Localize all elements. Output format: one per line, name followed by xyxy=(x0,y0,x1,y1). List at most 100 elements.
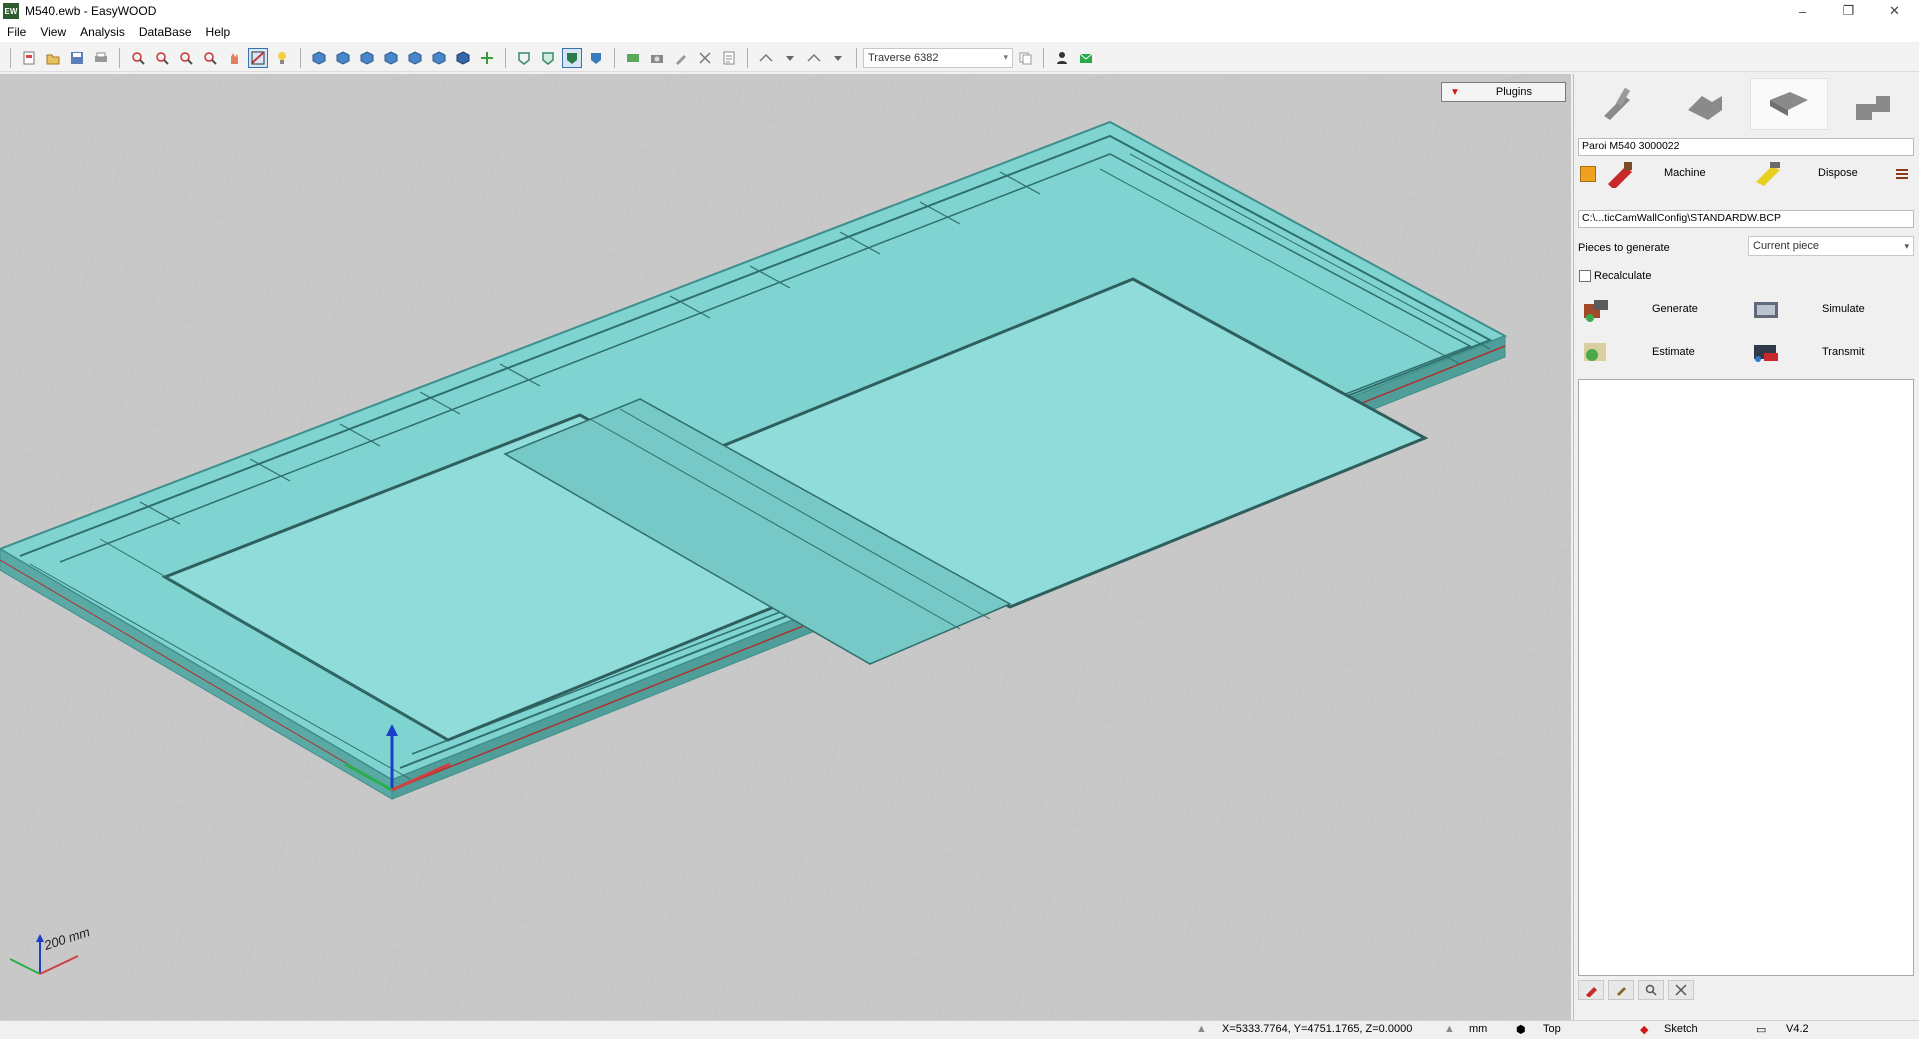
print-icon[interactable] xyxy=(91,48,111,68)
pieces-to-generate-select[interactable]: Current piece ▾ xyxy=(1748,236,1914,256)
estimate-button[interactable]: Estimate xyxy=(1580,337,1695,367)
coords-icon: ▲ xyxy=(1196,1023,1207,1035)
user-icon[interactable] xyxy=(1052,48,1072,68)
layer-outline-icon[interactable] xyxy=(804,48,824,68)
toolbar-separator xyxy=(614,47,615,68)
generate-icon xyxy=(1584,300,1608,322)
new-file-icon[interactable] xyxy=(19,48,39,68)
piece-name-field[interactable]: Paroi M540 3000022 xyxy=(1578,138,1914,156)
viewport-canvas[interactable]: 200 mm xyxy=(0,74,1571,1020)
estimate-label: Estimate xyxy=(1652,346,1695,358)
unit-label[interactable]: mm xyxy=(1469,1023,1487,1035)
title-bar: EW M540.ewb - EasyWOOD – ❐ ✕ xyxy=(0,0,1919,22)
generate-label: Generate xyxy=(1652,303,1698,315)
close-button[interactable]: ✕ xyxy=(1872,0,1917,22)
copy-icon[interactable] xyxy=(1015,48,1035,68)
transmit-button[interactable]: Transmit xyxy=(1750,337,1864,367)
menu-analysis[interactable]: Analysis xyxy=(73,25,132,39)
toolbar-separator xyxy=(856,47,857,68)
side-bottom-tabs xyxy=(1578,980,1694,1002)
mode-tab-machine[interactable] xyxy=(1834,78,1912,130)
recalculate-label: Recalculate xyxy=(1594,270,1652,282)
3d-viewport[interactable]: 200 mm ▼ Plugins xyxy=(0,74,1571,1020)
config-path-field[interactable]: C:\...ticCamWallConfig\STANDARDW.BCP xyxy=(1578,210,1914,228)
view-top-icon[interactable] xyxy=(429,48,449,68)
mode-tabs xyxy=(1574,74,1919,132)
generate-button[interactable]: Generate xyxy=(1580,294,1698,324)
draw-tool-icon[interactable] xyxy=(671,48,691,68)
pan-hand-icon[interactable] xyxy=(224,48,244,68)
view-left-icon[interactable] xyxy=(381,48,401,68)
minimize-button[interactable]: – xyxy=(1780,0,1825,22)
recalculate-checkbox[interactable] xyxy=(1579,270,1591,282)
output-list[interactable] xyxy=(1578,379,1914,976)
report-icon[interactable] xyxy=(719,48,739,68)
mode-label[interactable]: Sketch xyxy=(1664,1023,1698,1035)
view-right-icon[interactable] xyxy=(405,48,425,68)
shading-transparent-icon[interactable] xyxy=(586,48,606,68)
view-cube-icon: ⬢ xyxy=(1516,1024,1526,1036)
window-title: M540.ewb - EasyWOOD xyxy=(25,4,157,18)
dispose-button[interactable]: Dispose xyxy=(1752,158,1858,188)
color-swatch-icon[interactable] xyxy=(1580,166,1596,182)
toolbar-separator xyxy=(119,47,120,68)
machine-button[interactable]: Machine xyxy=(1604,158,1706,188)
app-icon: EW xyxy=(3,3,19,19)
view-iso-icon[interactable] xyxy=(309,48,329,68)
shading-hidden-icon[interactable] xyxy=(538,48,558,68)
light-bulb-icon[interactable] xyxy=(272,48,292,68)
mode-tab-panel[interactable] xyxy=(1750,78,1828,130)
open-file-icon[interactable] xyxy=(43,48,63,68)
mail-icon[interactable] xyxy=(1076,48,1096,68)
zoom-in-icon[interactable] xyxy=(152,48,172,68)
menu-help[interactable]: Help xyxy=(199,25,238,39)
cut-tool-icon[interactable] xyxy=(695,48,715,68)
maximize-button[interactable]: ❐ xyxy=(1826,0,1871,22)
chevron-down-icon: ▾ xyxy=(1003,52,1008,62)
toolbar-separator xyxy=(300,47,301,68)
simulate-button[interactable]: Simulate xyxy=(1750,294,1865,324)
tab-tools-icon[interactable] xyxy=(1668,980,1694,1000)
mode-tab-stick[interactable] xyxy=(1582,78,1660,130)
menu-view[interactable]: View xyxy=(33,25,73,39)
status-bar: ▲ X=5333.7764, Y=4751.1765, Z=0.0000 ▲ m… xyxy=(0,1020,1919,1039)
shading-wire-icon[interactable] xyxy=(514,48,534,68)
mode-tab-assembly[interactable] xyxy=(1666,78,1744,130)
pieces-to-generate-label: Pieces to generate xyxy=(1578,242,1670,254)
unit-icon: ▲ xyxy=(1444,1023,1455,1035)
machine-tool-icon xyxy=(1608,162,1632,188)
tab-edit-icon[interactable] xyxy=(1608,980,1634,1000)
dispose-label: Dispose xyxy=(1818,167,1858,179)
wall-panel-icon[interactable] xyxy=(623,48,643,68)
view-axes-icon[interactable] xyxy=(477,48,497,68)
zoom-window-icon[interactable] xyxy=(200,48,220,68)
menu-file[interactable]: File xyxy=(0,25,33,39)
measure-icon[interactable] xyxy=(248,47,268,68)
toolbar-separator xyxy=(1043,47,1044,68)
view-bottom-icon[interactable] xyxy=(453,48,473,68)
layer-dropdown-icon[interactable] xyxy=(828,48,848,68)
cursor-coordinates: X=5333.7764, Y=4751.1765, Z=0.0000 xyxy=(1222,1023,1413,1035)
menu-database[interactable]: DataBase xyxy=(132,25,199,39)
zoom-fit-icon[interactable] xyxy=(128,48,148,68)
transmit-label: Transmit xyxy=(1822,346,1865,358)
roof-outline-icon[interactable] xyxy=(756,48,776,68)
profile-combo[interactable]: Traverse 6382 ▾ xyxy=(863,47,1013,68)
view-front-icon[interactable] xyxy=(333,48,353,68)
view-back-icon[interactable] xyxy=(357,48,377,68)
menu-lines-icon[interactable] xyxy=(1894,166,1910,182)
roof-dropdown-icon[interactable] xyxy=(780,48,800,68)
zoom-out-icon[interactable] xyxy=(176,48,196,68)
view-label[interactable]: Top xyxy=(1543,1023,1561,1035)
shading-solid-icon[interactable] xyxy=(562,47,582,68)
transmit-icon xyxy=(1754,345,1778,362)
save-icon[interactable] xyxy=(67,48,87,68)
tab-search-icon[interactable] xyxy=(1638,980,1664,1000)
side-panel: Paroi M540 3000022 Machine Dispose C:\..… xyxy=(1573,74,1919,1020)
plugins-button[interactable]: ▼ Plugins xyxy=(1441,82,1566,102)
tab-machine-icon[interactable] xyxy=(1578,980,1604,1000)
machine-mode-icon xyxy=(1856,96,1890,120)
pieces-select-value: Current piece xyxy=(1753,240,1820,252)
camera-icon[interactable] xyxy=(647,48,667,68)
simulate-label: Simulate xyxy=(1822,303,1865,315)
